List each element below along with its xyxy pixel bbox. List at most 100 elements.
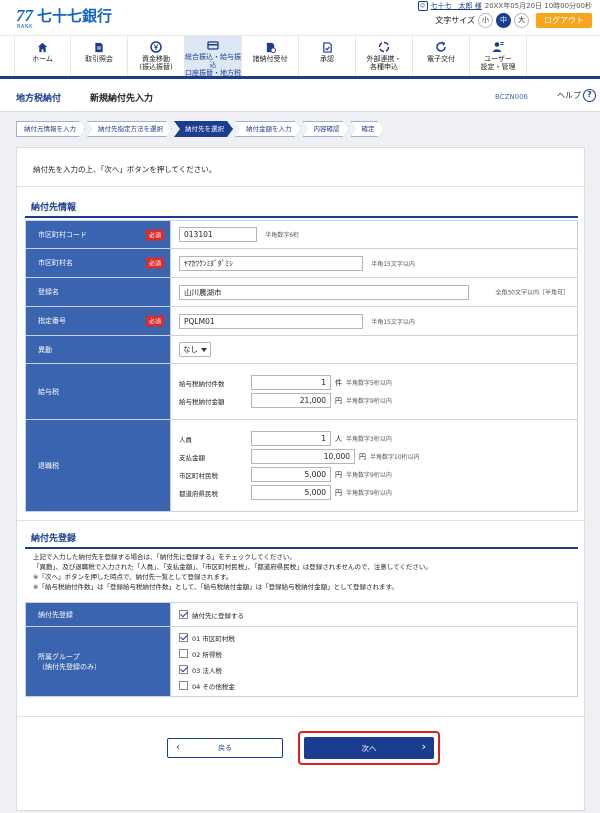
nav-e-delivery[interactable]: 電子交付 <box>413 36 470 76</box>
section-underline <box>25 547 578 549</box>
city-name-hint: 半角15文字以内 <box>371 260 415 268</box>
transfer-select[interactable]: なし <box>179 342 211 357</box>
designation-input[interactable]: PQLM01 <box>179 313 363 329</box>
group-checkbox[interactable] <box>179 665 188 674</box>
group-option[interactable]: 03 法人税 <box>179 662 577 678</box>
pref-tax-hint: 半角数字9桁以内 <box>346 490 392 497</box>
city-code-label: 市区町村コード 必須 <box>25 220 171 249</box>
fontsize-large-button[interactable]: 大 <box>514 13 529 28</box>
register-cell: 納付先に登録する <box>170 602 578 627</box>
progress-steps: 納付元情報を入力 納付先指定方法を選択 納付先を選択 納付金額を入力 内容確認 … <box>16 121 386 137</box>
city-name-input[interactable]: ﾔﾏｶﾜｸﾝﾐﾇﾞﾀﾞﾐｼ <box>179 255 363 271</box>
designation-hint: 半角15文字以内 <box>371 318 415 326</box>
instruction-text: 納付先を入力の上、「次へ」ボタンを押してください。 <box>33 165 217 174</box>
nav-bulk-transfer[interactable]: 総合振込・給与振込 口座振替・地方税 <box>185 36 242 77</box>
logo-bank-text: BANK <box>17 24 33 30</box>
group-option[interactable]: 01 市区町村税 <box>179 630 577 646</box>
yen-transfer-icon <box>150 41 162 53</box>
city-tax-input[interactable]: 5,000 <box>251 467 331 482</box>
required-badge: 必須 <box>145 315 164 327</box>
payee-info-form: 市区町村コード 必須 013101 半角数字6桁 市区町村名 必須 ﾔﾏｶﾜｸﾝﾐﾇ… <box>25 220 578 512</box>
page-title: 新規納付先入力 <box>90 94 154 104</box>
main-panel: 納付先を入力の上、「次へ」ボタンを押してください。 納付先情報 市区町村コード必… <box>16 147 586 811</box>
payment-icon <box>264 41 276 53</box>
unit-label: 円 <box>335 396 342 405</box>
step-2: 納付先指定方法を選択 <box>87 121 172 137</box>
card-icon <box>207 41 219 51</box>
group-option[interactable]: 02 所得税 <box>179 646 577 662</box>
document-icon <box>93 41 105 53</box>
salary-amount-input[interactable]: 21,000 <box>251 393 331 408</box>
group-checkbox[interactable] <box>179 649 188 658</box>
next-button[interactable]: 次へ › <box>304 737 434 759</box>
retire-tax-cell: 人員 1 人半角数字3桁以内 支払金額 10,000 円半角数字10桁以内 市区町村民税… <box>170 419 578 512</box>
nav-inquiry[interactable]: 取引照会 <box>71 36 128 76</box>
reg-name-input[interactable]: 山川農湖市 <box>179 284 469 300</box>
register-checkbox-label: 納付先に登録する <box>192 611 244 620</box>
registration-note-2: 「異動」、及び退職税で入力された「人員」、「支払金額」、「市区町村民税」、「都道… <box>33 563 432 571</box>
home-icon <box>37 41 49 53</box>
pref-tax-input[interactable]: 5,000 <box>251 485 331 500</box>
user-name-link[interactable]: 七十七 太郎 様 <box>431 1 482 11</box>
next-button-highlight: 次へ › <box>298 731 440 765</box>
nav-user-settings[interactable]: ユーザー 設定・管理 <box>470 36 527 76</box>
nav-label: 諸納付受付 <box>252 55 288 63</box>
people-input[interactable]: 1 <box>251 431 331 446</box>
nav-label: 承認 <box>320 55 334 63</box>
nav-payment[interactable]: 諸納付受付 <box>242 36 299 76</box>
reg-name-label: 登録名 <box>25 277 171 307</box>
group-checkbox[interactable] <box>179 681 188 690</box>
fontsize-small-button[interactable]: 小 <box>478 13 493 28</box>
nav-transfer[interactable]: 資金移動 (振込振替) <box>128 36 185 76</box>
registration-form: 納付先登録 納付先に登録する 所属グループ （納付先登録のみ） 01 市区町村税 … <box>25 602 578 697</box>
nav-label: 資金移動 (振込振替) <box>139 55 173 71</box>
back-button[interactable]: ‹ 戻る <box>167 738 283 758</box>
step-1: 納付元情報を入力 <box>16 121 85 137</box>
chevron-right-icon: › <box>421 740 426 753</box>
group-sublabel: （納付先登録のみ） <box>38 662 101 671</box>
chevron-down-icon <box>201 347 207 352</box>
login-datetime: 20XX年05月20日 10時00分00秒 <box>484 2 592 10</box>
registration-note-4: ※「給与税納付件数」は「登録給与税納付件数」として、「給与税納付金額」は「登録給… <box>33 583 398 591</box>
registration-note-1: 上記で入力した納付先を登録する場合は、「納付先に登録する」をチェックしてください… <box>33 553 296 561</box>
nav-label: 外部連携・ 各種申込 <box>366 55 402 71</box>
step-5: 内容確認 <box>303 121 349 137</box>
logout-button[interactable]: ログアウト <box>536 13 592 28</box>
help-link[interactable]: ヘルプ ? <box>557 89 596 102</box>
register-checkbox-row[interactable]: 納付先に登録する <box>179 607 577 623</box>
nav-home[interactable]: ホーム <box>14 36 71 76</box>
designation-cell: PQLM01 半角15文字以内 <box>170 306 578 336</box>
group-option[interactable]: 04 その他税金 <box>179 678 577 694</box>
fontsize-medium-button[interactable]: 中 <box>496 13 511 28</box>
salary-tax-label: 給与税 <box>25 363 171 420</box>
unit-label: 人 <box>335 434 342 443</box>
transfer-cell: なし <box>170 335 578 364</box>
city-tax-hint: 半角数字9桁以内 <box>346 472 392 479</box>
salary-count-label: 給与税納付件数 <box>179 379 225 388</box>
salary-count-input[interactable]: 1 <box>251 375 331 390</box>
salary-amount-label: 給与税納付金額 <box>179 397 225 406</box>
nav-label: ユーザー 設定・管理 <box>480 55 516 71</box>
register-checkbox[interactable] <box>179 610 188 619</box>
unit-label: 円 <box>359 452 366 461</box>
nav-external[interactable]: 外部連携・ 各種申込 <box>356 36 413 76</box>
city-code-input[interactable]: 013101 <box>179 227 257 242</box>
paid-input[interactable]: 10,000 <box>251 449 355 464</box>
registration-title: 納付先登録 <box>31 534 77 544</box>
bank-logo[interactable]: 77 BANK 七十七銀行 <box>16 7 113 30</box>
salary-count-hint: 半角数字5桁以内 <box>346 380 392 387</box>
chevron-left-icon: ‹ <box>176 742 180 753</box>
reg-name-hint: 全角30文字以内［半角可］ <box>495 289 569 297</box>
divider <box>17 186 586 187</box>
fontsize-control: 文字サイズ 小 中 大 ログアウト <box>435 13 592 28</box>
nav-label: 取引照会 <box>85 55 113 63</box>
salary-tax-cell: 給与税納付件数 1 件半角数字5桁以内 給与税納付金額 21,000 円半角数字9桁以内 <box>170 363 578 420</box>
help-label: ヘルプ <box>557 91 581 100</box>
group-checkbox[interactable] <box>179 633 188 642</box>
nav-label: 総合振込・給与振込 口座振替・地方税 <box>185 53 241 77</box>
bank-name: 七十七銀行 <box>37 7 113 25</box>
paid-hint: 半角数字10桁以内 <box>370 454 420 461</box>
section-title: 地方税納付 <box>16 94 62 104</box>
nav-approve[interactable]: 承認 <box>299 36 356 76</box>
required-badge: 必須 <box>145 257 164 269</box>
